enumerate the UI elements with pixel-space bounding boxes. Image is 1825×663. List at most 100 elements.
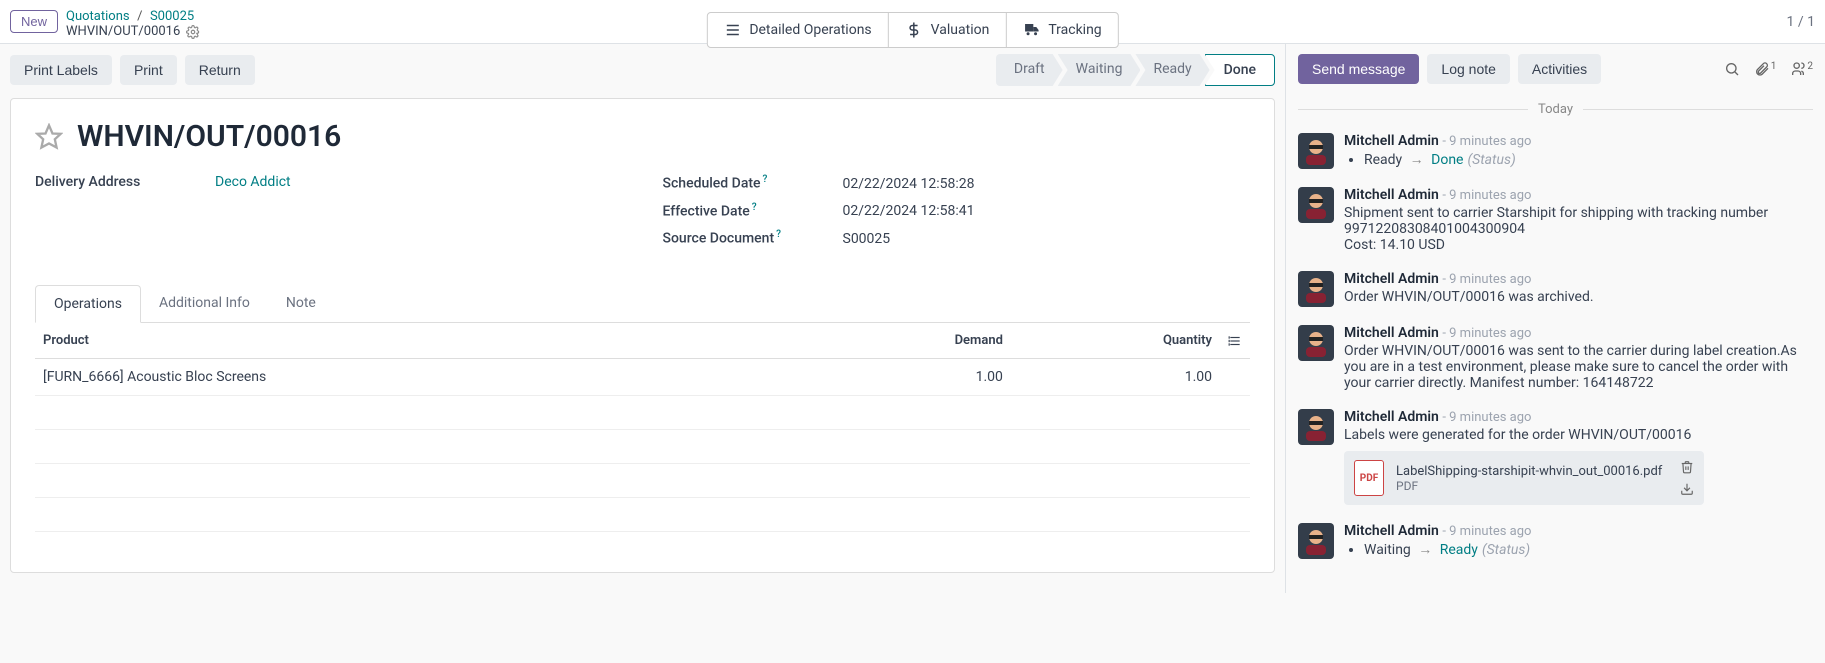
followers-count: 2 bbox=[1807, 61, 1813, 72]
status-label: (Status) bbox=[1482, 542, 1530, 558]
star-icon[interactable] bbox=[35, 123, 63, 151]
message-author[interactable]: Mitchell Admin bbox=[1344, 271, 1439, 287]
status-waiting[interactable]: Waiting bbox=[1058, 54, 1141, 86]
search-icon[interactable] bbox=[1724, 61, 1740, 77]
message-body: Order WHVIN/OUT/00016 was sent to the ca… bbox=[1344, 343, 1813, 391]
cell-product: [FURN_6666] Acoustic Bloc Screens bbox=[35, 358, 804, 395]
tab-note[interactable]: Note bbox=[268, 285, 334, 322]
source-document-value: S00025 bbox=[843, 231, 891, 247]
chatter: Send message Log note Activities 1 2 Tod… bbox=[1285, 44, 1825, 593]
today-separator: Today bbox=[1286, 96, 1825, 129]
message: Mitchell Admin - 9 minutes ago Waiting → … bbox=[1286, 519, 1825, 573]
detailed-operations-button[interactable]: Detailed Operations bbox=[707, 13, 888, 47]
gear-icon[interactable] bbox=[186, 24, 200, 39]
attachment[interactable]: PDF LabelShipping-starshipit-whvin_out_00… bbox=[1344, 451, 1704, 505]
message: Mitchell Admin - 9 minutes ago Labels wer… bbox=[1286, 405, 1825, 519]
message-author[interactable]: Mitchell Admin bbox=[1344, 187, 1439, 203]
record-title: WHVIN/OUT/00016 bbox=[77, 119, 341, 154]
help-icon[interactable]: ? bbox=[752, 202, 757, 213]
col-quantity[interactable]: Quantity bbox=[1011, 323, 1220, 359]
message-author[interactable]: Mitchell Admin bbox=[1344, 409, 1439, 425]
message-body: Labels were generated for the order WHVI… bbox=[1344, 427, 1813, 443]
header-bar: New Quotations / S00025 WHVIN/OUT/00016 … bbox=[0, 0, 1825, 44]
tracking-button[interactable]: Tracking bbox=[1006, 13, 1117, 47]
pdf-icon: PDF bbox=[1354, 460, 1384, 496]
statusbar: Draft Waiting Ready Done bbox=[1001, 54, 1275, 86]
status-done[interactable]: Done bbox=[1205, 54, 1275, 86]
pager[interactable]: 1 / 1 bbox=[1787, 8, 1815, 30]
tabs: Operations Additional Info Note bbox=[35, 285, 1250, 323]
log-note-button[interactable]: Log note bbox=[1427, 54, 1510, 84]
cell-quantity: 1.00 bbox=[1011, 358, 1220, 395]
attachment-name: LabelShipping-starshipit-whvin_out_00016… bbox=[1396, 464, 1668, 479]
valuation-button[interactable]: Valuation bbox=[889, 13, 1007, 47]
message: Mitchell Admin - 9 minutes agoReady → Do… bbox=[1286, 129, 1825, 183]
detailed-operations-label: Detailed Operations bbox=[749, 22, 871, 38]
avatar[interactable] bbox=[1298, 133, 1334, 169]
message-body: Shipment sent to carrier Starshipit for … bbox=[1344, 205, 1813, 253]
message-time: - 9 minutes ago bbox=[1442, 134, 1531, 149]
col-product[interactable]: Product bbox=[35, 323, 804, 359]
effective-date-label: Effective Date? bbox=[663, 202, 843, 220]
new-button[interactable]: New bbox=[10, 10, 58, 33]
avatar[interactable] bbox=[1298, 523, 1334, 559]
help-icon[interactable]: ? bbox=[763, 174, 768, 185]
trash-icon[interactable] bbox=[1680, 459, 1694, 475]
message-time: - 9 minutes ago bbox=[1442, 272, 1531, 287]
help-icon[interactable]: ? bbox=[776, 229, 781, 240]
status-to[interactable]: Done bbox=[1431, 152, 1463, 168]
source-document-label: Source Document? bbox=[663, 229, 843, 247]
download-icon[interactable] bbox=[1680, 481, 1694, 497]
tracking-label: Tracking bbox=[1048, 22, 1101, 38]
message-time: - 9 minutes ago bbox=[1442, 326, 1531, 341]
table-row[interactable]: [FURN_6666] Acoustic Bloc Screens1.001.0… bbox=[35, 358, 1250, 395]
status-to[interactable]: Ready bbox=[1440, 542, 1478, 558]
message-time: - 9 minutes ago bbox=[1442, 188, 1531, 203]
return-button[interactable]: Return bbox=[185, 55, 255, 85]
print-labels-button[interactable]: Print Labels bbox=[10, 55, 112, 85]
message-body: Order WHVIN/OUT/00016 was archived. bbox=[1344, 289, 1813, 305]
followers-icon[interactable]: 2 bbox=[1790, 61, 1813, 77]
activities-button[interactable]: Activities bbox=[1518, 54, 1601, 84]
column-options-icon[interactable] bbox=[1220, 323, 1250, 359]
avatar[interactable] bbox=[1298, 409, 1334, 445]
scheduled-date-value: 02/22/2024 12:58:28 bbox=[843, 176, 975, 192]
avatar[interactable] bbox=[1298, 325, 1334, 361]
breadcrumb: Quotations / S00025 WHVIN/OUT/00016 bbox=[66, 8, 200, 39]
dollar-icon bbox=[905, 21, 923, 39]
status-change: Waiting → Ready(Status) bbox=[1364, 541, 1813, 558]
delivery-address-value[interactable]: Deco Addict bbox=[215, 174, 291, 190]
message-time: - 9 minutes ago bbox=[1442, 410, 1531, 425]
breadcrumb-sep: / bbox=[137, 9, 142, 24]
col-demand[interactable]: Demand bbox=[804, 323, 1011, 359]
truck-icon bbox=[1022, 21, 1040, 39]
message-time: - 9 minutes ago bbox=[1442, 524, 1531, 539]
status-ready[interactable]: Ready bbox=[1135, 54, 1209, 86]
breadcrumb-s00025[interactable]: S00025 bbox=[150, 9, 194, 24]
status-draft[interactable]: Draft bbox=[996, 54, 1063, 86]
avatar[interactable] bbox=[1298, 187, 1334, 223]
tab-additional-info[interactable]: Additional Info bbox=[141, 285, 268, 322]
avatar[interactable] bbox=[1298, 271, 1334, 307]
arrow-icon: → bbox=[1418, 542, 1432, 558]
message: Mitchell Admin - 9 minutes ago Order WHVI… bbox=[1286, 321, 1825, 405]
arrow-icon: → bbox=[1410, 152, 1424, 168]
form-sheet: WHVIN/OUT/00016 Delivery Address Deco Ad… bbox=[10, 98, 1275, 573]
tab-operations[interactable]: Operations bbox=[35, 285, 141, 323]
print-button[interactable]: Print bbox=[120, 55, 177, 85]
breadcrumb-current: WHVIN/OUT/00016 bbox=[66, 24, 180, 39]
breadcrumb-quotations[interactable]: Quotations bbox=[66, 9, 130, 24]
status-row: Print Labels Print Return Draft Waiting … bbox=[10, 54, 1275, 86]
attachment-count: 1 bbox=[1771, 61, 1777, 72]
valuation-label: Valuation bbox=[931, 22, 990, 38]
cell-demand: 1.00 bbox=[804, 358, 1011, 395]
message-author[interactable]: Mitchell Admin bbox=[1344, 523, 1439, 539]
empty-row bbox=[35, 497, 1250, 531]
message-author[interactable]: Mitchell Admin bbox=[1344, 133, 1439, 149]
attachment-icon[interactable]: 1 bbox=[1754, 61, 1777, 77]
status-label: (Status) bbox=[1467, 152, 1515, 168]
empty-row bbox=[35, 395, 1250, 429]
send-message-button[interactable]: Send message bbox=[1298, 54, 1419, 84]
message-author[interactable]: Mitchell Admin bbox=[1344, 325, 1439, 341]
list-icon bbox=[723, 21, 741, 39]
